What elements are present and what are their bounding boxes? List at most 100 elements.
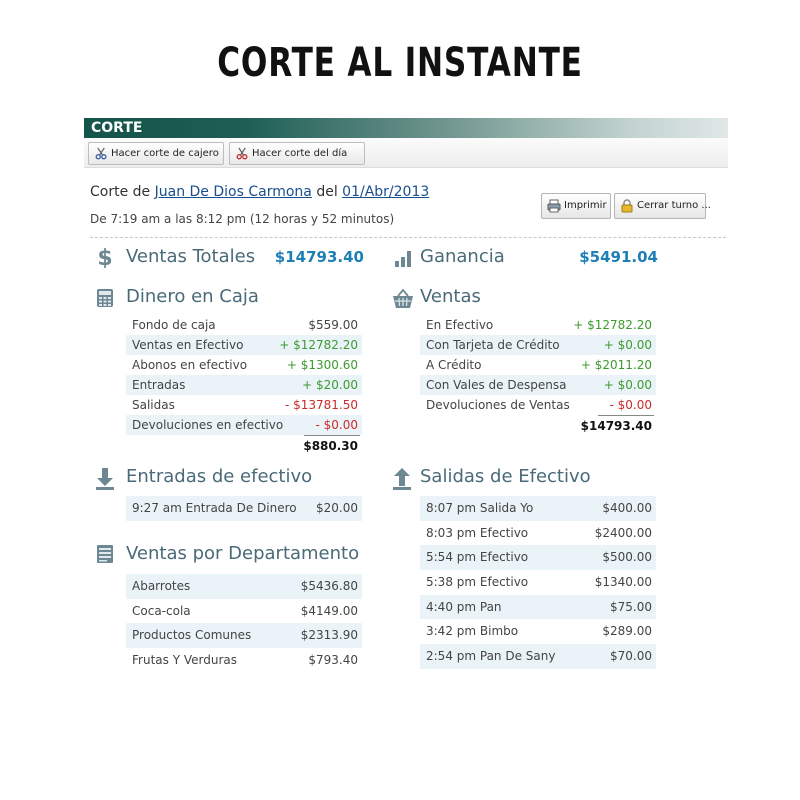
window-title: CORTE <box>84 118 728 138</box>
item-label: 8:07 pm Salida Yo <box>426 501 534 515</box>
day-cut-button[interactable]: Hacer corte del día <box>229 142 365 165</box>
row-value: + $0.00 <box>603 338 652 352</box>
summary-row: Ventas en Efectivo + $12782.20 <box>126 335 362 355</box>
list-item: 5:38 pm Efectivo $1340.00 <box>420 570 656 595</box>
summary-row: Abonos en efectivo + $1300.60 <box>126 355 362 375</box>
item-label: 5:54 pm Efectivo <box>426 550 529 565</box>
item-label: Coca-cola <box>132 603 191 618</box>
date-link[interactable]: 01/Abr/2013 <box>342 184 429 200</box>
list-item: Frutas Y Verduras $793.40 <box>126 648 362 673</box>
item-value: $5436.80 <box>300 579 358 593</box>
item-value: $20.00 <box>316 501 358 515</box>
total-divider <box>598 415 654 416</box>
list-item: 5:54 pm Efectivo $500.00 <box>420 545 656 571</box>
item-value: $75.00 <box>610 599 652 614</box>
cashier-cut-label: Hacer corte de cajero <box>111 148 219 159</box>
row-value: + $12782.20 <box>279 338 358 352</box>
row-label: Abonos en efectivo <box>132 358 248 372</box>
row-label: Devoluciones en efectivo <box>132 418 284 432</box>
cash-entries-list: 9:27 am Entrada De Dinero $20.00 <box>126 496 362 521</box>
calculator-icon <box>97 289 113 307</box>
scissors-icon <box>95 147 107 160</box>
total-value: $14793.40 <box>580 419 652 433</box>
list-item: 8:03 pm Efectivo $2400.00 <box>420 521 656 546</box>
row-label: Devoluciones de Ventas <box>426 398 570 412</box>
svg-text:$: $ <box>97 246 112 268</box>
list-item: Productos Comunes $2313.90 <box>126 623 362 649</box>
cut-prefix: Corte de <box>90 184 151 200</box>
item-label: 5:38 pm Efectivo <box>426 575 529 590</box>
corte-panel: CORTE Hacer corte de cajero Hacer corte … <box>84 118 728 670</box>
scissors-icon <box>236 147 248 160</box>
close-shift-label: Cerrar turno ... <box>637 200 711 211</box>
list-item: 2:54 pm Pan De Sany $70.00 <box>420 644 656 669</box>
total-sales-value: $14793.40 <box>274 248 364 266</box>
sales-list: En Efectivo + $12782.20 Con Tarjeta de Cré… <box>420 315 656 437</box>
row-label: Entradas <box>132 378 186 392</box>
summary-row: Con Vales de Despensa + $0.00 <box>420 375 656 395</box>
summary-row: Devoluciones de Ventas - $0.00 <box>420 395 656 415</box>
item-value: $500.00 <box>602 550 652 565</box>
list-item: 8:07 pm Salida Yo $400.00 <box>420 496 656 521</box>
item-label: Abarrotes <box>132 579 191 593</box>
printer-icon <box>547 199 561 213</box>
profit-value: $5491.04 <box>579 248 658 266</box>
department-sales-title: Ventas por Departamento <box>126 543 360 564</box>
item-value: $4149.00 <box>300 603 358 618</box>
total-row: $880.30 <box>126 435 362 457</box>
print-label: Imprimir <box>564 200 607 211</box>
cash-exits-list: 8:07 pm Salida Yo $400.00 8:03 pm Efectivo… <box>420 496 656 669</box>
department-sales-list: Abarrotes $5436.80 Coca-cola $4149.00 Produc… <box>126 574 362 673</box>
cashier-cut-button[interactable]: Hacer corte de cajero <box>88 142 224 165</box>
dollar-icon: $ <box>97 246 112 268</box>
summary-row: En Efectivo + $12782.20 <box>420 315 656 335</box>
item-value: $289.00 <box>602 624 652 639</box>
item-value: $793.40 <box>308 653 358 668</box>
print-button[interactable]: Imprimir <box>541 193 611 219</box>
close-shift-button[interactable]: Cerrar turno ... <box>614 193 711 219</box>
total-value: $880.30 <box>303 439 358 453</box>
divider <box>90 237 726 238</box>
row-label: Fondo de caja <box>132 318 216 332</box>
cash-in-box-list: Fondo de caja $559.00 Ventas en Efectivo + … <box>126 315 362 457</box>
basket-icon <box>393 288 413 308</box>
item-value: $2400.00 <box>594 525 652 540</box>
document-icon <box>97 545 113 563</box>
list-item: Abarrotes $5436.80 <box>126 574 362 599</box>
summary-row: Con Tarjeta de Crédito + $0.00 <box>420 335 656 355</box>
item-label: 9:27 am Entrada De Dinero <box>132 501 297 515</box>
summary-row: Devoluciones en efectivo - $0.00 <box>126 415 362 435</box>
arrow-up-icon <box>393 468 411 490</box>
day-cut-label: Hacer corte del día <box>252 148 348 159</box>
row-label: En Efectivo <box>426 318 494 332</box>
row-value: + $20.00 <box>302 378 358 392</box>
cut-mid: del <box>316 184 338 200</box>
list-item: Coca-cola $4149.00 <box>126 599 362 624</box>
row-label: A Crédito <box>426 358 482 372</box>
row-label: Con Tarjeta de Crédito <box>426 338 560 352</box>
cashier-link[interactable]: Juan De Dios Carmona <box>155 184 312 200</box>
row-label: Salidas <box>132 398 175 412</box>
summary-row: Entradas + $20.00 <box>126 375 362 395</box>
row-value: + $2011.20 <box>580 358 652 372</box>
item-value: $400.00 <box>602 501 652 515</box>
item-label: 2:54 pm Pan De Sany <box>426 649 556 664</box>
row-label: Ventas en Efectivo <box>132 338 244 352</box>
cash-exits-title: Salidas de Efectivo <box>420 466 591 487</box>
summary-row: A Crédito + $2011.20 <box>420 355 656 375</box>
item-value: $70.00 <box>610 649 652 664</box>
cut-info: Corte de Juan De Dios Carmona del 01/Abr… <box>90 184 429 200</box>
row-value: - $0.00 <box>315 418 359 432</box>
row-value: - $13781.50 <box>284 398 358 412</box>
total-sales-label: Ventas Totales <box>126 246 256 267</box>
row-value: $559.00 <box>308 318 358 332</box>
item-label: 8:03 pm Efectivo <box>426 525 529 540</box>
row-value: + $0.00 <box>603 378 652 392</box>
item-label: 3:42 pm Bimbo <box>426 624 519 639</box>
list-item: 3:42 pm Bimbo $289.00 <box>420 619 656 644</box>
arrow-down-icon <box>96 468 114 490</box>
bar-chart-icon <box>395 251 411 267</box>
item-value: $2313.90 <box>300 628 358 643</box>
cash-in-box-title: Dinero en Caja <box>126 286 259 307</box>
lock-icon <box>621 199 633 213</box>
